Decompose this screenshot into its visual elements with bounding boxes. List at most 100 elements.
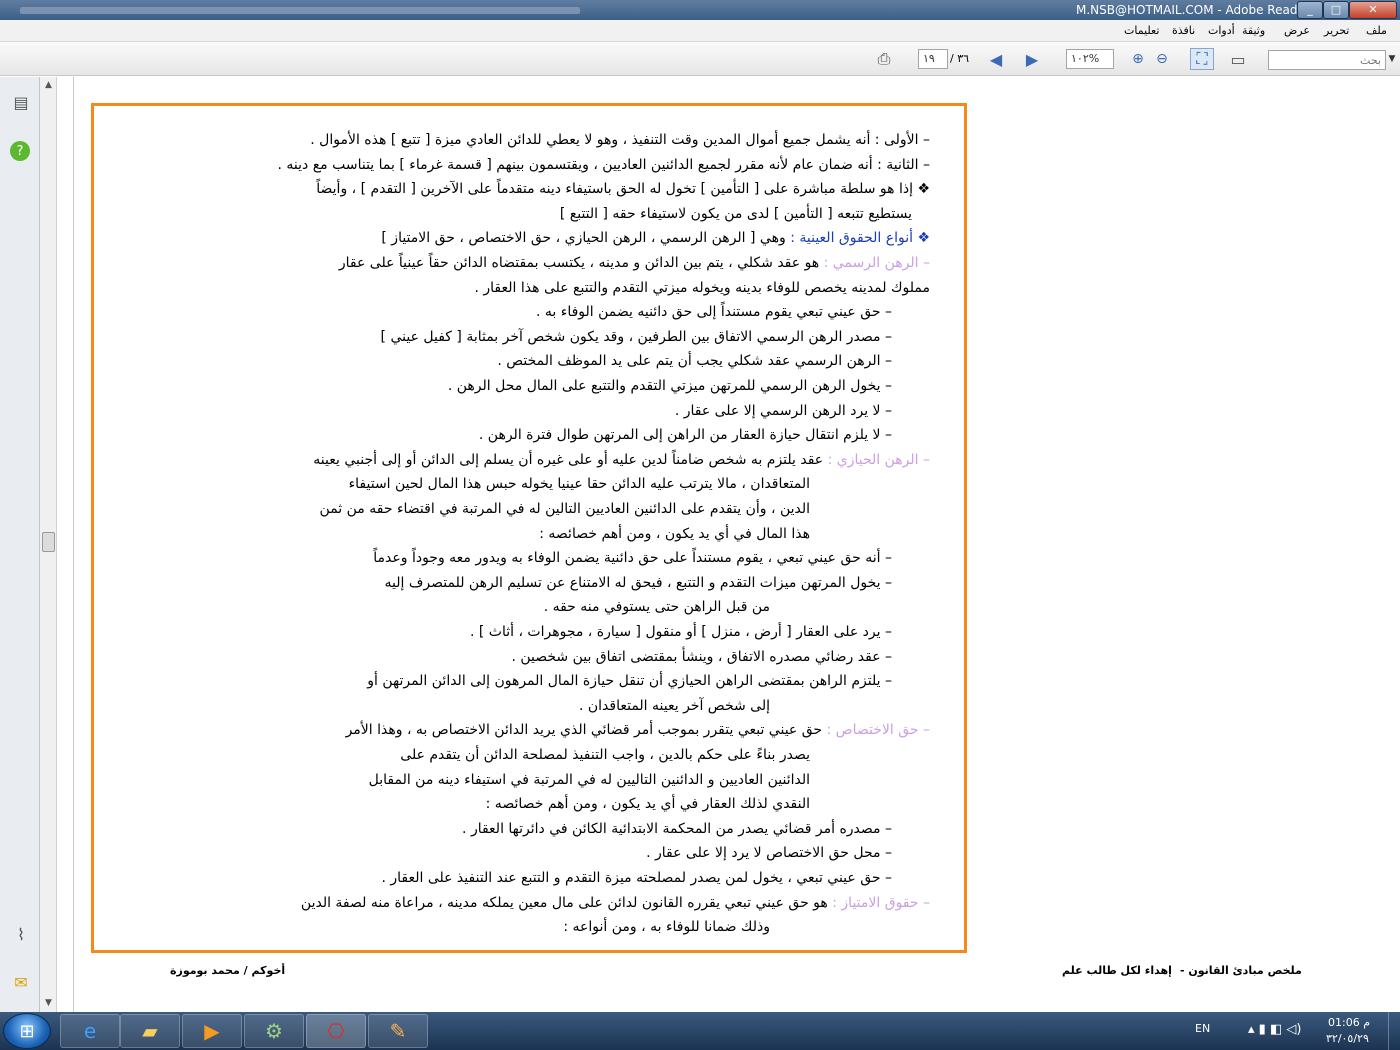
tray-icons[interactable]: ▴ ▮ ◧ ◁) (1248, 1022, 1301, 1037)
doc-text: يستطيع تتبعه [ التأمين ] لدى من يكون لاس… (559, 205, 912, 222)
doc-line: – لا يلزم انتقال حيازة العقار من الراهن … (479, 423, 892, 447)
doc-text: – يرد على العقار [ أرض ، منزل ] أو منقول… (469, 624, 892, 640)
doc-line: وذلك ضمانا للوفاء به ، ومن أنواعه : (563, 915, 770, 939)
minimize-button[interactable]: _ (1297, 1, 1323, 19)
doc-line: – الرهن الرسمي عقد شكلي يجب أن يتم على ي… (497, 349, 892, 373)
adobe-reader-taskbar-icon[interactable]: ⎔ (306, 1014, 366, 1048)
doc-text: الدائنين العاديين و الدائنين التاليين له… (368, 771, 810, 788)
doc-heading: – الرهن الرسمي : (819, 255, 930, 271)
menu-help[interactable]: تعليمات (1124, 24, 1159, 37)
doc-line: المتعاقدان ، مالا يترتب عليه الدائن حقا … (349, 472, 810, 496)
doc-text: – حق عيني تبعي يقوم مستنداً إلى حق دائني… (535, 304, 892, 321)
menu-document[interactable]: وثيقة (1242, 24, 1265, 37)
clock-time[interactable]: 01:06 م (1328, 1016, 1370, 1029)
clock-date[interactable]: ٣٢/٠٥/٢٩ (1326, 1032, 1369, 1045)
doc-text: إلى شخص آخر يعينه المتعاقدان . (578, 697, 770, 714)
comments-icon[interactable]: ✉ (10, 971, 32, 993)
doc-line: – لا يرد الرهن الرسمي إلا على عقار . (675, 399, 892, 423)
doc-text: يصدر بناءً على حكم بالدين ، واجب التنفيذ… (400, 747, 810, 763)
doc-text: – عقد رضائي مصدره الاتفاق ، وينشأ بمقتضى… (511, 648, 892, 665)
menu-view[interactable]: عرض (1284, 24, 1310, 37)
zoom-out-icon[interactable]: ⊖ (1150, 48, 1174, 70)
menu-bar: ملف تحرير عرض وثيقة أدوات نافذة تعليمات (0, 20, 1400, 42)
toolbar: ⎙ ١٩ / ٣٦ ◀ ▶ ١٠٢% ⊕ ⊖ ⛶ ▭ ▼ (0, 42, 1400, 76)
search-dropdown-icon[interactable]: ▼ (1380, 48, 1400, 70)
doc-text: وذلك ضمانا للوفاء به ، ومن أنواعه : (563, 919, 770, 936)
doc-line: – يخول المرتهن ميزات التقدم و التتبع ، ف… (385, 571, 892, 595)
window-title: M.NSB@HOTMAIL.COM - Adobe Reader (1076, 3, 1310, 17)
doc-line: – حقوق الامتياز : هو حق عيني تبعي يقرره … (301, 891, 930, 915)
doc-line: إلى شخص آخر يعينه المتعاقدان . (579, 694, 770, 718)
navigation-sidebar: ▤ ? ⌇ ✉ (0, 77, 40, 1012)
doc-line: – حق عيني تبعي يقوم مستنداً إلى حق دائني… (536, 300, 892, 324)
doc-text: – حق عيني تبعي ، يخول لمن يصدر لمصلحته م… (381, 870, 892, 886)
doc-text: حق عيني تبعي يتقرر بموجب أمر قضائي الذي … (345, 722, 823, 739)
language-indicator[interactable]: EN (1195, 1022, 1210, 1035)
show-desktop-button[interactable] (1388, 1012, 1400, 1050)
scroll-thumb[interactable] (42, 532, 55, 552)
doc-text: هو حق عيني تبعي يقرره القانون لدائن على … (300, 894, 828, 911)
zoom-select[interactable]: ١٠٢% (1066, 49, 1114, 69)
help-icon[interactable]: ? (10, 141, 30, 161)
footer-author: أخوكم / محمد بوموزة (170, 964, 286, 977)
doc-line: مملوك لمدينه يخصص للوفاء بدينه ويخوله مي… (475, 276, 931, 300)
doc-line: النقدي لذلك العقار في أي يد يكون ، ومن أ… (486, 792, 810, 816)
internet-explorer-icon[interactable]: e (60, 1014, 120, 1048)
previous-page-icon[interactable]: ◀ (984, 48, 1008, 70)
media-player-icon[interactable]: ▶ (182, 1014, 242, 1048)
doc-line: من قبل الراهن حتى يستوفي منه حقه . (544, 595, 770, 619)
doc-line: – عقد رضائي مصدره الاتفاق ، وينشأ بمقتضى… (511, 645, 892, 669)
menu-window[interactable]: نافذة (1172, 24, 1195, 37)
maximize-button[interactable]: □ (1323, 1, 1349, 19)
doc-line: – يخول الرهن الرسمي للمرتهن ميزتي التقدم… (448, 374, 892, 398)
taskbar: ⊞ e ▰ ▶ ⚙ ⎔ ✎ EN ▴ ▮ ◧ ◁) 01:06 م ٣٢/٠٥/… (0, 1012, 1400, 1050)
doc-text: النقدي لذلك العقار في أي يد يكون ، ومن أ… (485, 796, 810, 813)
doc-text: ❖ إذا هو سلطة مباشرة على [ التأمين ] تخو… (316, 181, 930, 198)
next-page-icon[interactable]: ▶ (1020, 48, 1044, 70)
doc-text: – مصدره أمر قضائي يصدر من المحكمة الابتد… (462, 820, 892, 837)
title-bar-blurred-text (20, 7, 580, 14)
attachments-icon[interactable]: ⌇ (10, 923, 32, 945)
fit-width-icon[interactable]: ▭ (1226, 48, 1250, 70)
doc-text: – الرهن الرسمي عقد شكلي يجب أن يتم على ي… (497, 353, 892, 370)
network-app-icon[interactable]: ⚙ (244, 1014, 304, 1048)
doc-line: – مصدره أمر قضائي يصدر من المحكمة الابتد… (462, 817, 892, 841)
doc-text: – الثانية : أنه ضمان عام لأنه مقرر لجميع… (277, 156, 930, 173)
print-icon[interactable]: ⎙ (872, 48, 896, 70)
paint-app-icon[interactable]: ✎ (368, 1014, 428, 1048)
doc-line: – الأولى : أنه يشمل جميع أموال المدين وق… (310, 128, 930, 152)
doc-line: – الرهن الحيازي : عقد يلتزم به شخص ضامنا… (313, 448, 930, 472)
close-button[interactable]: ✕ (1349, 1, 1397, 19)
fit-page-icon[interactable]: ⛶ (1190, 48, 1214, 70)
scroll-up-icon[interactable]: ▲ (40, 77, 57, 94)
pages-icon[interactable]: ▤ (10, 91, 32, 113)
scroll-down-icon[interactable]: ▼ (40, 995, 57, 1012)
page-total: / ٣٦ (950, 52, 970, 65)
page-number-input[interactable]: ١٩ (918, 49, 948, 69)
file-explorer-icon[interactable]: ▰ (120, 1014, 180, 1048)
doc-line: الدائنين العاديين و الدائنين التاليين له… (369, 768, 810, 792)
doc-text: – يخول الرهن الرسمي للمرتهن ميزتي التقدم… (447, 378, 892, 394)
doc-heading: – حقوق الامتياز : (827, 894, 930, 911)
doc-heading: – الرهن الحيازي : (823, 451, 930, 468)
menu-file[interactable]: ملف (1366, 24, 1387, 37)
vertical-scrollbar[interactable]: ▲ ▼ (40, 77, 57, 1012)
doc-line: – أنه حق عيني تبعي ، يقوم مستنداً على حق… (373, 546, 892, 570)
menu-edit[interactable]: تحرير (1324, 24, 1349, 37)
doc-line: يصدر بناءً على حكم بالدين ، واجب التنفيذ… (400, 743, 810, 767)
footer-dedication: إهداء لكل طالب علم (1062, 964, 1172, 977)
zoom-in-icon[interactable]: ⊕ (1126, 48, 1150, 70)
doc-text: – يخول المرتهن ميزات التقدم و التتبع ، ف… (384, 574, 892, 591)
doc-line: ❖ إذا هو سلطة مباشرة على [ التأمين ] تخو… (316, 177, 930, 201)
start-button[interactable]: ⊞ (3, 1013, 51, 1049)
doc-line: – الثانية : أنه ضمان عام لأنه مقرر لجميع… (277, 153, 930, 177)
doc-text: – الأولى : أنه يشمل جميع أموال المدين وق… (310, 132, 930, 148)
doc-text: هو عقد شكلي ، يتم بين الدائن و مدينه ، ي… (338, 255, 820, 271)
search-input[interactable] (1268, 50, 1386, 70)
doc-text: هذا المال في أي يد يكون ، ومن أهم خصائصه… (539, 525, 810, 542)
doc-text: – لا يرد الرهن الرسمي إلا على عقار . (674, 402, 892, 419)
doc-heading: – حق الاختصاص : (822, 722, 931, 739)
doc-text: – يلتزم الراهن بمقتضى الراهن الحيازي أن … (367, 673, 892, 690)
doc-text: – مصدر الرهن الرسمي الاتفاق بين الطرفين … (380, 328, 892, 345)
menu-tools[interactable]: أدوات (1208, 24, 1235, 37)
